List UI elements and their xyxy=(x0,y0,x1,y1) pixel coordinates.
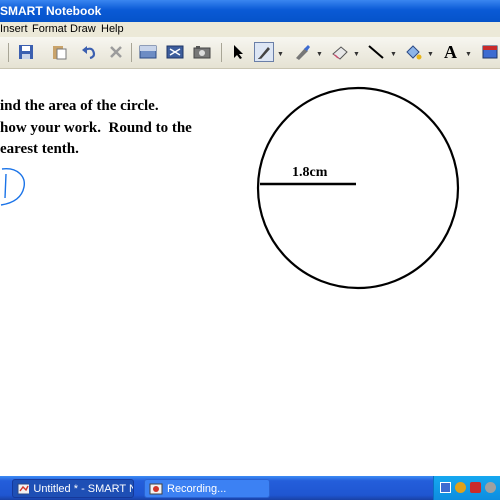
toolbar: ▼ ▼ ▼ ▼ ▼ A ▼ xyxy=(0,37,500,69)
line-icon[interactable] xyxy=(366,42,386,62)
highlighter-icon[interactable] xyxy=(292,42,312,62)
taskbar-button-recording[interactable]: Recording... xyxy=(144,479,270,498)
menu-draw[interactable]: Draw xyxy=(70,23,96,35)
svg-text:A: A xyxy=(444,43,457,61)
highlighter-dropdown-chevron-icon[interactable]: ▼ xyxy=(316,51,323,58)
menu-insert[interactable]: Insert xyxy=(0,23,28,35)
screen-shade-icon[interactable] xyxy=(138,42,158,62)
paste-icon[interactable] xyxy=(49,42,69,62)
toolbar-separator xyxy=(131,43,132,62)
recording-icon xyxy=(149,483,163,494)
eraser-dropdown-chevron-icon[interactable]: ▼ xyxy=(353,51,360,58)
menu-bar: Insert Format Draw Help xyxy=(0,22,500,37)
full-screen-icon[interactable] xyxy=(165,42,185,62)
whiteboard-canvas[interactable]: ind the area of the circle. how your work… xyxy=(0,69,500,500)
shapes-icon[interactable] xyxy=(480,42,500,62)
clock-icon[interactable] xyxy=(485,482,496,493)
menu-format[interactable]: Format xyxy=(32,23,67,35)
taskbar-button-label: Untitled * - SMART N... xyxy=(33,482,133,495)
fill-icon[interactable] xyxy=(403,42,423,62)
taskbar: Untitled * - SMART N... Recording... xyxy=(0,476,500,500)
delete-icon[interactable] xyxy=(106,42,126,62)
system-tray xyxy=(433,476,500,500)
undo-icon[interactable] xyxy=(79,42,99,62)
circle-outline xyxy=(256,86,460,290)
network-icon[interactable] xyxy=(440,482,451,493)
text-icon[interactable]: A xyxy=(441,42,461,62)
pen-icon[interactable] xyxy=(254,42,274,62)
text-dropdown-chevron-icon[interactable]: ▼ xyxy=(465,51,472,58)
volume-icon[interactable] xyxy=(455,482,466,493)
circle-diagram xyxy=(256,86,460,290)
pen-dropdown-chevron-icon[interactable]: ▼ xyxy=(277,51,284,58)
problem-statement: ind the area of the circle. how your work… xyxy=(0,96,192,161)
problem-line: how your work. Round to the xyxy=(0,119,192,136)
title-bar: SMART Notebook xyxy=(0,0,500,22)
handwritten-ink-1 xyxy=(0,168,25,206)
select-arrow-icon[interactable] xyxy=(228,42,248,62)
shield-icon[interactable] xyxy=(470,482,481,493)
smart-notebook-icon xyxy=(17,483,30,494)
taskbar-button-label: Recording... xyxy=(167,482,227,495)
fill-dropdown-chevron-icon[interactable]: ▼ xyxy=(427,51,434,58)
taskbar-button-smart-notebook[interactable]: Untitled * - SMART N... xyxy=(12,479,134,498)
toolbar-separator xyxy=(221,43,222,62)
menu-help[interactable]: Help xyxy=(101,23,124,35)
toolbar-separator xyxy=(8,43,9,62)
eraser-icon[interactable] xyxy=(330,42,350,62)
problem-line: earest tenth. xyxy=(0,141,79,157)
save-icon[interactable] xyxy=(16,42,36,62)
window-title: SMART Notebook xyxy=(0,4,102,18)
line-dropdown-chevron-icon[interactable]: ▼ xyxy=(390,51,397,58)
problem-line: ind the area of the circle. xyxy=(0,98,159,114)
camera-icon[interactable] xyxy=(192,42,212,62)
radius-label: 1.8cm xyxy=(292,165,328,180)
